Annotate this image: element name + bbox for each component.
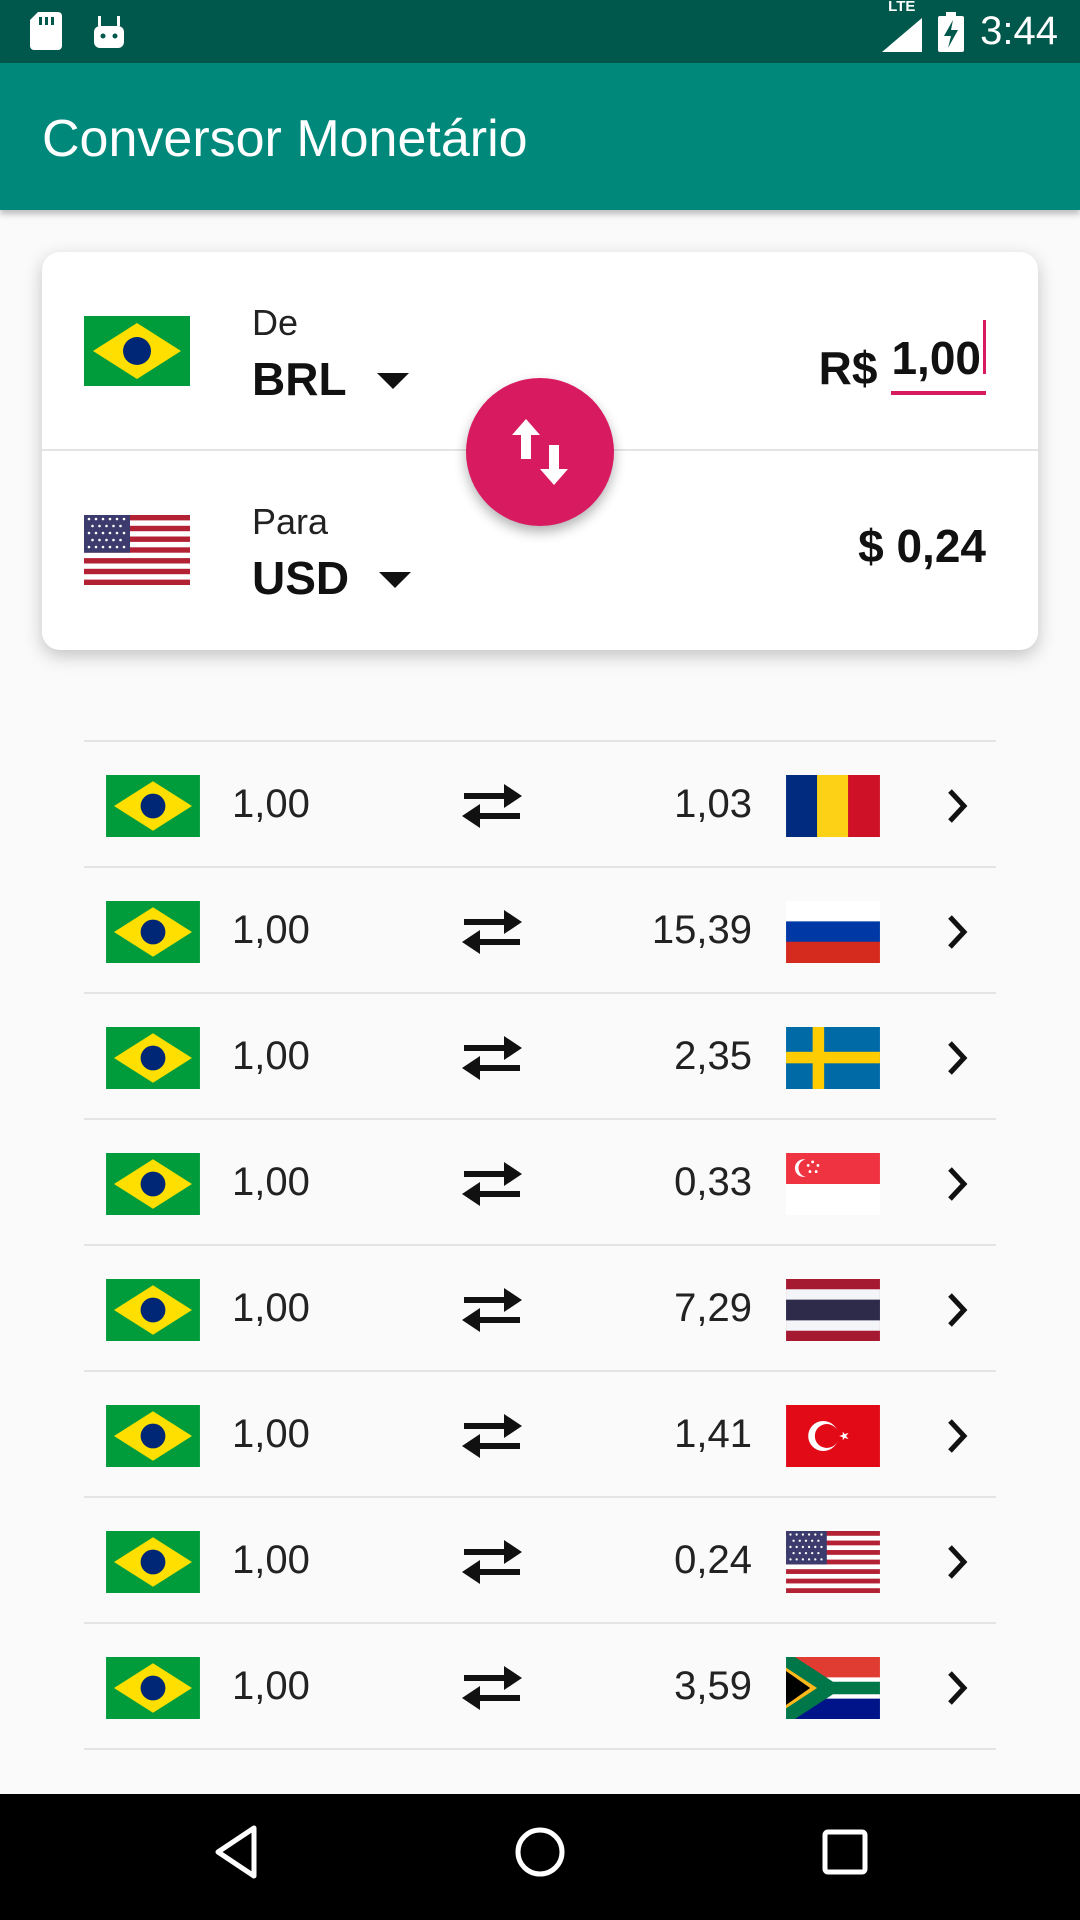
- romania-flag-icon: [786, 775, 880, 837]
- turkey-flag-icon: [786, 1405, 880, 1467]
- to-value: 2,35: [674, 1034, 752, 1078]
- south-africa-flag-icon: [786, 1657, 880, 1719]
- sweden-flag-icon: [786, 1027, 880, 1089]
- brazil-flag-icon: [106, 775, 200, 837]
- swap-horizontal-icon: [460, 1538, 524, 1586]
- home-icon[interactable]: [512, 1822, 568, 1882]
- dropdown-arrow-icon: [379, 572, 412, 588]
- chevron-right-icon: [942, 1164, 972, 1204]
- from-value: 1,00: [232, 1286, 310, 1330]
- network-label: LTE: [888, 0, 916, 15]
- conversion-list: 1,00 1,03 1,00 15,39 1,00 2,35 1,00 0,33…: [84, 740, 996, 1750]
- signal-icon: LTE: [882, 0, 923, 52]
- from-value: 1,00: [232, 782, 310, 826]
- from-currency-dropdown[interactable]: BRL: [252, 352, 409, 406]
- chevron-right-icon: [942, 1668, 972, 1708]
- to-value: 0,24: [674, 1538, 752, 1582]
- usa-flag-icon: [84, 515, 190, 585]
- to-currency-dropdown[interactable]: USD: [252, 551, 412, 605]
- list-item[interactable]: 1,00 1,41: [84, 1372, 996, 1498]
- to-value: 15,39: [651, 908, 752, 952]
- from-label: De: [252, 302, 299, 343]
- dropdown-arrow-icon: [376, 373, 409, 389]
- list-item[interactable]: 1,00 2,35: [84, 994, 996, 1120]
- recents-icon[interactable]: [820, 1822, 870, 1882]
- app-title: Conversor Monetário: [42, 110, 528, 168]
- sd-card-icon: [30, 12, 62, 50]
- chevron-right-icon: [942, 912, 972, 952]
- list-item[interactable]: 1,00 0,33: [84, 1120, 996, 1246]
- swap-horizontal-icon: [460, 1286, 524, 1334]
- chevron-right-icon: [942, 1416, 972, 1456]
- text-cursor: [983, 320, 986, 374]
- swap-vertical-icon: [512, 419, 568, 485]
- brazil-flag-icon: [106, 1027, 200, 1089]
- brazil-flag-icon: [106, 1657, 200, 1719]
- navigation-bar: [0, 1794, 1080, 1920]
- brazil-flag-icon: [106, 1405, 200, 1467]
- battery-charging-icon: [938, 11, 965, 52]
- chevron-right-icon: [942, 1542, 972, 1582]
- clock: 3:44: [980, 9, 1058, 53]
- app-bar: Conversor Monetário: [0, 63, 1080, 210]
- amount-input[interactable]: R$ 1,00: [819, 320, 986, 395]
- swap-horizontal-icon: [460, 782, 524, 830]
- from-value: 1,00: [232, 1160, 310, 1204]
- list-item[interactable]: 1,00 7,29: [84, 1246, 996, 1372]
- usa-flag-icon: [786, 1531, 880, 1593]
- to-value: 1,41: [674, 1412, 752, 1456]
- brazil-flag-icon: [106, 1531, 200, 1593]
- to-value: 0,33: [674, 1160, 752, 1204]
- from-value: 1,00: [232, 1034, 310, 1078]
- from-value: 1,00: [232, 1664, 310, 1708]
- from-value: 1,00: [232, 1538, 310, 1582]
- brazil-flag-icon: [106, 1153, 200, 1215]
- status-bar: LTE 3:44: [0, 0, 1080, 63]
- singapore-flag-icon: [786, 1153, 880, 1215]
- swap-horizontal-icon: [460, 1412, 524, 1460]
- from-value: 1,00: [232, 1412, 310, 1456]
- converted-amount: $ 0,24: [858, 520, 986, 572]
- chevron-right-icon: [942, 1290, 972, 1330]
- to-value: 1,03: [674, 782, 752, 826]
- chevron-right-icon: [942, 786, 972, 826]
- list-item[interactable]: 1,00 15,39: [84, 868, 996, 994]
- list-item[interactable]: 1,00 3,59: [84, 1624, 996, 1750]
- to-value: 7,29: [674, 1286, 752, 1330]
- amount-value: 1,00: [891, 332, 981, 384]
- brazil-flag-icon: [106, 901, 200, 963]
- back-icon[interactable]: [212, 1822, 260, 1882]
- list-item[interactable]: 1,00 0,24: [84, 1498, 996, 1624]
- chevron-right-icon: [942, 1038, 972, 1078]
- swap-horizontal-icon: [460, 1034, 524, 1082]
- swap-currencies-button[interactable]: [466, 378, 614, 526]
- russia-flag-icon: [786, 901, 880, 963]
- to-value: 3,59: [674, 1664, 752, 1708]
- brazil-flag-icon: [106, 1279, 200, 1341]
- swap-horizontal-icon: [460, 908, 524, 956]
- swap-horizontal-icon: [460, 1160, 524, 1208]
- list-item[interactable]: 1,00 1,03: [84, 742, 996, 868]
- from-currency-symbol: R$: [818, 342, 878, 394]
- to-label: Para: [252, 501, 329, 542]
- from-value: 1,00: [232, 908, 310, 952]
- to-currency-code: USD: [252, 552, 350, 604]
- swap-horizontal-icon: [460, 1664, 524, 1712]
- brazil-flag-icon: [84, 316, 190, 386]
- android-icon: [94, 16, 124, 48]
- thailand-flag-icon: [786, 1279, 880, 1341]
- from-currency-code: BRL: [252, 353, 347, 405]
